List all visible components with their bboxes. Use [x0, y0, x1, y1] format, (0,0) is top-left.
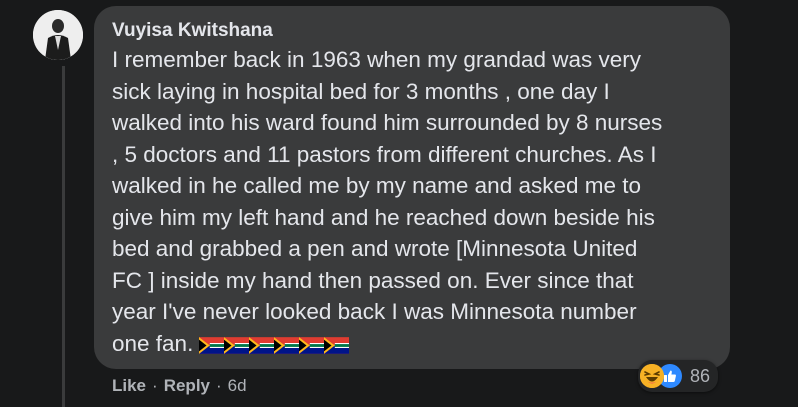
comment-body: I remember back in 1963 when my grandad … [112, 44, 722, 359]
reaction-count: 86 [690, 365, 711, 386]
flag-south-africa-icon [274, 336, 300, 354]
flag-south-africa-icon [249, 336, 275, 354]
separator: · [216, 376, 222, 395]
separator: · [152, 376, 158, 395]
comment-bubble: Vuyisa Kwitshana I remember back in 1963… [94, 6, 730, 369]
flag-south-africa-icon [199, 336, 225, 354]
haha-face [640, 364, 664, 388]
avatar-photo [33, 10, 83, 60]
thread-line [62, 66, 65, 407]
comment-text: I remember back in 1963 when my grandad … [112, 47, 663, 356]
thumbs-up-icon [664, 370, 676, 382]
comment-author[interactable]: Vuyisa Kwitshana [112, 20, 712, 42]
comment-actions: Like · Reply · 6d [112, 375, 247, 397]
flag-south-africa-icon [299, 336, 325, 354]
flag-south-africa-icon [324, 336, 350, 354]
reactions-summary[interactable]: 86 [638, 360, 719, 392]
reply-button[interactable]: Reply [164, 375, 210, 397]
flag-south-africa-icon [224, 336, 250, 354]
haha-reaction-icon [640, 364, 664, 388]
like-button[interactable]: Like [112, 375, 146, 397]
comment-timestamp[interactable]: 6d [228, 375, 247, 397]
avatar[interactable] [33, 10, 83, 60]
emoji-flags [199, 336, 350, 354]
